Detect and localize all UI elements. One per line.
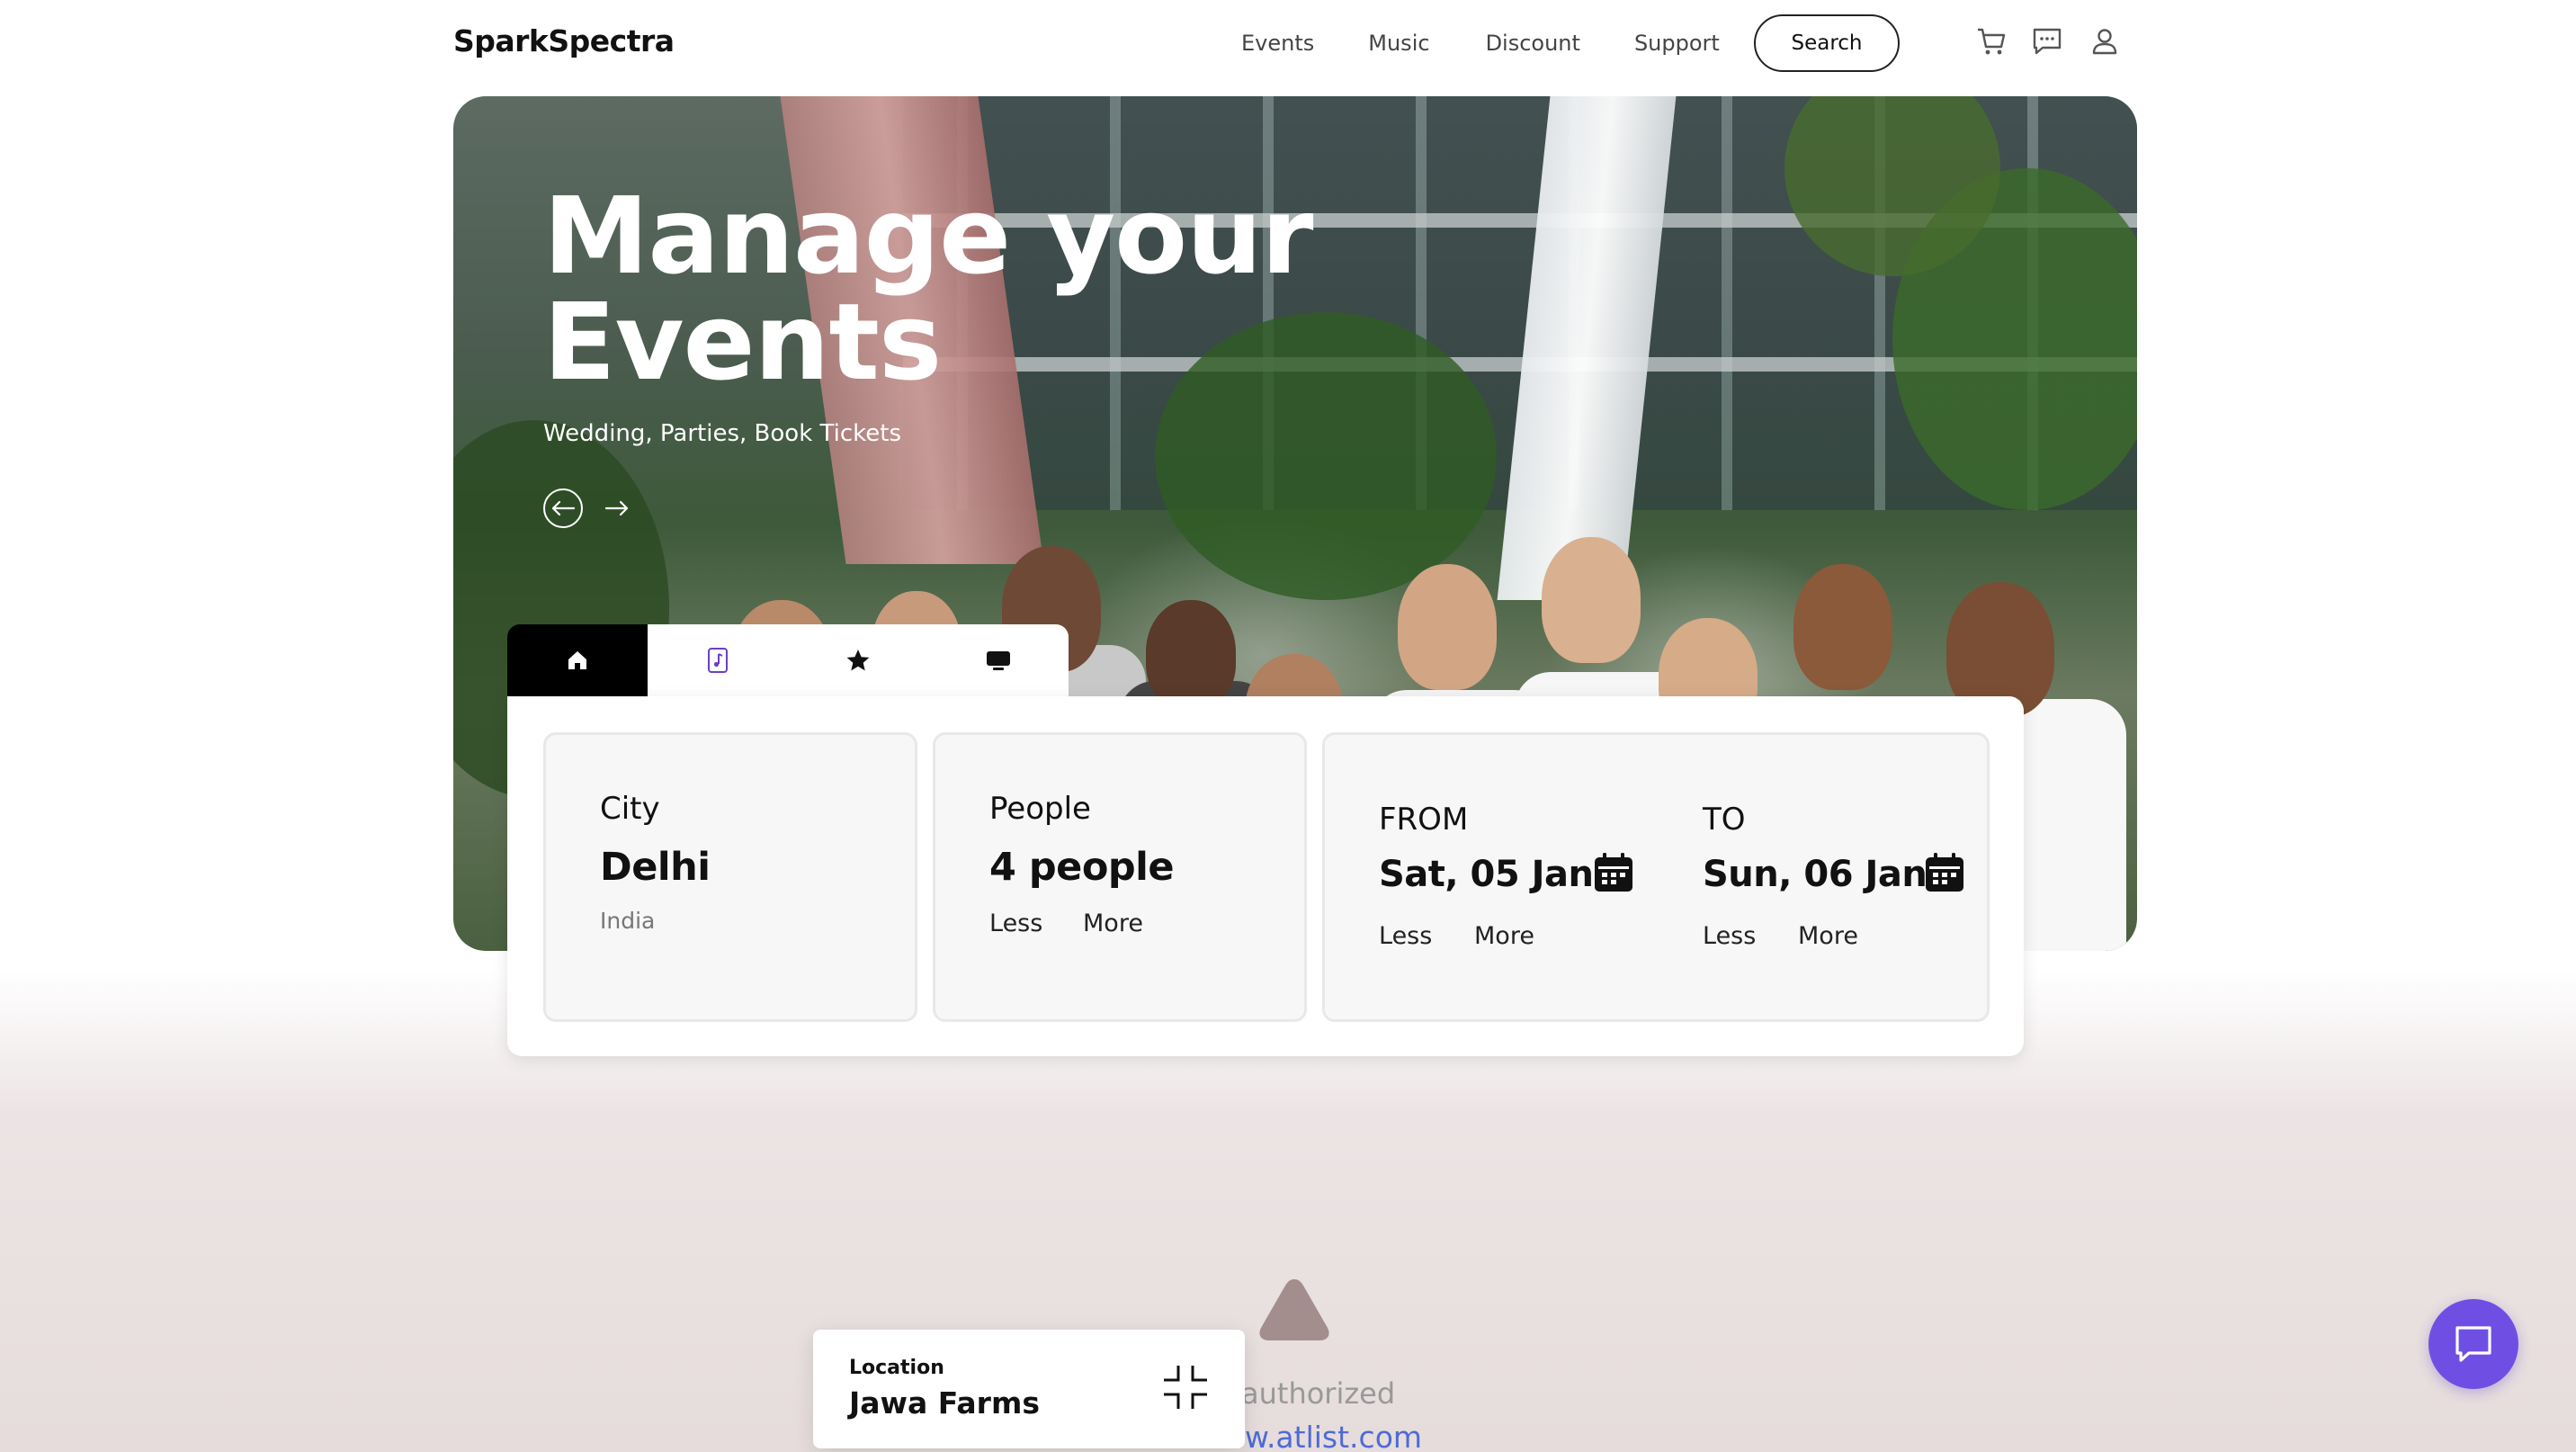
cart-icon[interactable]: [1975, 25, 2008, 58]
prev-slide-button[interactable]: [543, 488, 583, 528]
main-nav: Events Music Discount Support: [1241, 14, 1774, 72]
country-value: India: [600, 908, 656, 934]
to-more-button[interactable]: More: [1798, 922, 1858, 950]
tab-favorites[interactable]: [788, 624, 928, 696]
warning-triangle-icon: [1259, 1279, 1329, 1340]
home-icon: [568, 651, 586, 669]
people-more-button[interactable]: More: [1083, 910, 1143, 937]
from-less-button[interactable]: Less: [1379, 922, 1432, 950]
people-value: 4 people: [989, 845, 1175, 890]
tab-screen[interactable]: [928, 624, 1069, 696]
user-icon[interactable]: [2089, 25, 2121, 58]
star-icon: [846, 650, 870, 671]
tab-music[interactable]: [648, 624, 788, 696]
monitor-icon: [987, 651, 1010, 670]
hero-title-line-2: Events: [543, 280, 942, 404]
nav-link-music[interactable]: Music: [1368, 31, 1429, 56]
dates-panel: FROM Sat, 05 Jan Less More TO Sun, 06 Ja…: [1322, 732, 1990, 1022]
arrow-right-icon: [604, 500, 629, 516]
chat-launcher-button[interactable]: [2428, 1299, 2518, 1389]
location-value: Jawa Farms: [849, 1385, 1040, 1421]
to-label: TO: [1703, 802, 1746, 838]
category-tabs: [507, 624, 1069, 696]
hero-title-line-1: Manage your: [543, 174, 1313, 298]
chat-icon: [2455, 1326, 2491, 1362]
people-label: People: [989, 791, 1091, 827]
tab-home[interactable]: [507, 624, 648, 696]
hero-subtitle: Wedding, Parties, Book Tickets: [543, 420, 901, 447]
collapse-icon[interactable]: [1160, 1362, 1211, 1412]
nav-link-events[interactable]: Events: [1241, 31, 1314, 56]
to-less-button[interactable]: Less: [1703, 922, 1756, 950]
city-panel[interactable]: City Delhi India: [543, 732, 917, 1022]
location-label: Location: [849, 1357, 944, 1379]
people-panel: People 4 people Less More: [933, 732, 1307, 1022]
from-more-button[interactable]: More: [1474, 922, 1534, 950]
arrow-left-icon: [551, 500, 576, 516]
search-button[interactable]: Search: [1754, 14, 1900, 72]
chat-bubble-icon[interactable]: [2031, 25, 2063, 58]
booking-card: City Delhi India People 4 people Less Mo…: [507, 696, 2024, 1056]
nav-link-support[interactable]: Support: [1634, 31, 1720, 56]
location-card: Location Jawa Farms: [813, 1330, 1245, 1448]
people-less-button[interactable]: Less: [989, 910, 1042, 937]
city-value: Delhi: [600, 845, 711, 890]
next-slide-button[interactable]: [597, 488, 637, 528]
from-date-value: Sat, 05 Jan: [1379, 854, 1594, 895]
music-note-icon: [708, 648, 728, 673]
city-label: City: [600, 791, 660, 827]
calendar-icon[interactable]: [1924, 852, 1965, 893]
authorized-text: authorized: [1241, 1376, 1396, 1411]
to-date-value: Sun, 06 Jan: [1703, 854, 1928, 895]
brand-logo[interactable]: SparkSpectra: [453, 23, 675, 58]
hero-title: Manage your Events: [543, 174, 1313, 404]
calendar-icon[interactable]: [1593, 852, 1634, 893]
from-label: FROM: [1379, 802, 1469, 838]
nav-link-discount[interactable]: Discount: [1486, 31, 1580, 56]
